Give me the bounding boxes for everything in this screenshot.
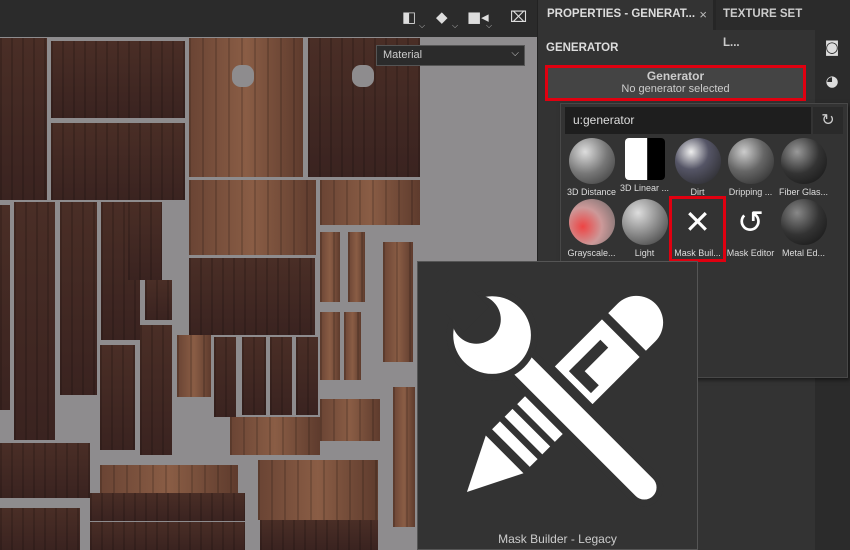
uv-island bbox=[128, 202, 162, 280]
generator-title: Generator bbox=[646, 69, 705, 83]
uv-island bbox=[51, 123, 185, 200]
chevron-down-icon[interactable]: ⌵ bbox=[419, 21, 425, 31]
generator-item[interactable]: ↺ Mask Editor bbox=[724, 198, 777, 260]
generator-label: Light bbox=[634, 248, 655, 258]
tab-label: TEXTURE SET L... bbox=[723, 8, 803, 49]
uv-island bbox=[100, 465, 238, 493]
close-icon[interactable]: × bbox=[699, 0, 707, 29]
wrench-pencil-icon bbox=[446, 290, 664, 507]
environment-settings-icon[interactable]: ◕ bbox=[824, 72, 840, 90]
generator-item[interactable]: Light bbox=[618, 198, 671, 260]
search-input[interactable]: u:generator bbox=[565, 107, 811, 134]
uv-island bbox=[0, 443, 90, 498]
chevron-down-icon[interactable]: ⌵ bbox=[452, 21, 458, 31]
wrench-mask-icon: ↺ bbox=[737, 203, 764, 241]
generator-item[interactable]: Grayscale... bbox=[565, 198, 618, 260]
uv-island bbox=[140, 325, 172, 455]
preview-tooltip: Mask Builder - Legacy bbox=[417, 261, 698, 550]
uv-island bbox=[258, 460, 378, 520]
generator-label: 3D Distance bbox=[566, 187, 617, 197]
uv-island bbox=[320, 312, 340, 380]
screenshot-camera-icon[interactable]: ⌧ bbox=[510, 8, 527, 26]
channel-dropdown-value: Material bbox=[383, 49, 423, 61]
generator-item[interactable]: Metal Ed... bbox=[777, 198, 830, 260]
uv-island bbox=[177, 335, 211, 397]
tab-label: PROPERTIES - GENERAT... bbox=[547, 8, 696, 20]
generator-label: Mask Editor bbox=[726, 248, 775, 258]
generator-item[interactable]: Fiber Glas... bbox=[777, 137, 830, 199]
tab-properties[interactable]: PROPERTIES - GENERAT... × bbox=[538, 0, 713, 30]
uv-island bbox=[393, 387, 415, 527]
uv-island bbox=[270, 337, 292, 415]
uv-island bbox=[296, 337, 318, 415]
uv-island bbox=[90, 522, 245, 550]
generator-item[interactable]: 3D Linear ... bbox=[618, 137, 671, 199]
uv-island bbox=[189, 180, 316, 255]
uv-island bbox=[320, 180, 420, 225]
uv-island bbox=[100, 345, 135, 450]
uv-island bbox=[260, 520, 378, 550]
uv-hole bbox=[232, 65, 254, 87]
uv-island bbox=[0, 508, 80, 550]
uv-island bbox=[90, 493, 245, 521]
display-settings-icon[interactable]: ◙ bbox=[824, 38, 840, 56]
chevron-down-icon: ⌵ bbox=[511, 48, 519, 59]
uv-island bbox=[214, 337, 236, 417]
wrench-pencil-icon: ✕ bbox=[684, 203, 711, 241]
section-title: GENERATOR bbox=[546, 42, 619, 54]
cube-icon[interactable]: ◆ bbox=[436, 8, 448, 26]
tooltip-caption: Mask Builder - Legacy bbox=[498, 532, 617, 546]
generator-thumbnail bbox=[568, 138, 615, 184]
refresh-icon[interactable]: ↻ bbox=[813, 107, 843, 134]
generator-thumbnail bbox=[621, 199, 668, 245]
viewport-toolbar: ◧ ⌵ ◆ ⌵ ■◂ ⌵ ⌧ bbox=[0, 0, 537, 37]
generator-thumbnail bbox=[780, 138, 827, 184]
uv-island bbox=[320, 232, 340, 302]
uv-island bbox=[320, 399, 380, 441]
generator-selector[interactable]: Generator No generator selected bbox=[545, 65, 806, 101]
split-view-icon[interactable]: ◧ bbox=[402, 8, 416, 26]
panel-tabs: PROPERTIES - GENERAT... × TEXTURE SET L..… bbox=[538, 0, 816, 49]
generator-item[interactable]: 3D Distance bbox=[565, 137, 618, 199]
generator-item[interactable]: ✕ Mask Buil... bbox=[669, 196, 726, 262]
generator-thumbnail bbox=[568, 199, 615, 245]
uv-island bbox=[51, 41, 185, 118]
generator-thumbnail bbox=[674, 138, 721, 184]
uv-island bbox=[242, 337, 266, 415]
generator-status: No generator selected bbox=[621, 83, 730, 95]
uv-island bbox=[189, 38, 303, 177]
uv-island bbox=[344, 312, 361, 380]
generator-item[interactable]: Dripping ... bbox=[724, 137, 777, 199]
uv-island bbox=[60, 202, 97, 395]
uv-island bbox=[0, 38, 47, 200]
generator-thumbnail bbox=[624, 138, 665, 180]
generator-label: Dirt bbox=[690, 187, 705, 197]
generator-label: Fiber Glas... bbox=[778, 187, 828, 197]
generator-label: Dripping ... bbox=[728, 187, 773, 197]
tab-texture-set[interactable]: TEXTURE SET L... bbox=[716, 0, 816, 49]
generator-label: 3D Linear ... bbox=[619, 183, 670, 193]
generator-item[interactable]: Dirt bbox=[671, 137, 724, 199]
uv-hole bbox=[352, 65, 374, 87]
generator-label: Grayscale... bbox=[567, 248, 616, 258]
uv-island bbox=[230, 417, 320, 455]
uv-island bbox=[189, 258, 315, 335]
channel-dropdown[interactable]: Material ⌵ bbox=[376, 45, 525, 66]
generator-label: Mask Buil... bbox=[674, 248, 721, 258]
uv-island bbox=[383, 242, 413, 362]
uv-island bbox=[14, 202, 55, 440]
generator-label: Metal Ed... bbox=[781, 248, 826, 258]
uv-island bbox=[0, 205, 10, 410]
uv-island bbox=[145, 280, 172, 320]
generator-thumbnail bbox=[727, 138, 774, 184]
uv-island bbox=[348, 232, 365, 302]
generator-thumbnail bbox=[780, 199, 827, 245]
chevron-down-icon[interactable]: ⌵ bbox=[486, 21, 492, 31]
